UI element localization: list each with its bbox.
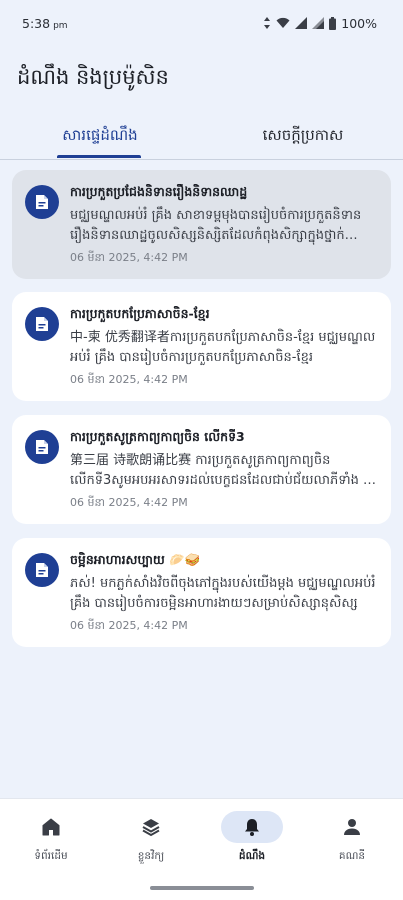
- notification-body: មជ្ឈមណ្ឌលអប់រំ គ្រឹង សាខាទម្ពមុងបានរៀបចំ…: [70, 208, 362, 243]
- data-arrows-icon: [263, 17, 271, 29]
- status-ampm: pm: [53, 20, 68, 31]
- document-icon: [25, 553, 59, 587]
- notification-date: 06 មីនា 2025, 4:42 PM: [70, 251, 188, 264]
- nav-account[interactable]: គណនី: [302, 811, 402, 871]
- wifi-icon: [276, 17, 290, 29]
- bottom-navigation: ទំព័រដើម ខ្លួនវិក្យ ដំណឹង គណនី: [0, 798, 403, 900]
- notification-title: ការប្រកួតបកប្រែភាសាចិន-ខ្មែរ: [70, 306, 210, 321]
- notification-title: ការប្រកួតសូត្រកាព្យកាព្យចិន លើកទី3: [70, 429, 245, 444]
- nav-notifications-label: ដំណឹង: [238, 850, 266, 862]
- nav-courses[interactable]: ខ្លួនវិក្យ: [101, 811, 201, 871]
- notification-title: ចម្អិនអាហារសប្បាយ 🥟🥪: [70, 552, 201, 567]
- notification-card[interactable]: ការប្រកួតប្រជែងនិទានរឿងនិទានឈាដ្ឋ មជ្ឈមណ…: [12, 170, 391, 279]
- document-icon: [25, 185, 59, 219]
- status-time: 5:38 pm: [22, 16, 68, 31]
- nav-home-label: ទំព័រដើម: [34, 850, 68, 862]
- notification-card[interactable]: ការប្រកួតបកប្រែភាសាចិន-ខ្មែរ 中-柬 优秀翻译者កា…: [12, 292, 391, 401]
- nav-account-label: គណនី: [338, 850, 366, 862]
- layers-icon: [120, 811, 182, 843]
- status-indicators: 100%: [263, 16, 377, 31]
- tab-bar: សារផ្ទេដំណឹង សេចក្តីប្រកាស: [0, 114, 403, 160]
- signal-icon-2: [312, 17, 325, 29]
- document-icon: [25, 430, 59, 464]
- home-indicator-bar[interactable]: [150, 886, 254, 890]
- battery-icon: [329, 16, 337, 30]
- nav-home[interactable]: ទំព័រដើម: [1, 811, 101, 871]
- notification-card[interactable]: ការប្រកួតសូត្រកាព្យកាព្យចិន លើកទី3 第三届 诗…: [12, 415, 391, 524]
- notification-date: 06 មីនា 2025, 4:42 PM: [70, 373, 188, 386]
- status-clock: 5:38: [22, 15, 51, 31]
- document-icon: [25, 307, 59, 341]
- person-icon: [321, 811, 383, 843]
- status-bar: 5:38 pm 100%: [0, 0, 403, 46]
- notification-body: 中-柬 优秀翻译者ការប្រកួតបកប្រែភាសាចិន-ខ្មែរ មជ…: [70, 330, 376, 365]
- signal-icon: [295, 17, 308, 29]
- notification-date: 06 មីនា 2025, 4:42 PM: [70, 619, 188, 632]
- notification-title: ការប្រកួតប្រជែងនិទានរឿងនិទានឈាដ្ឋ: [70, 184, 248, 199]
- tab-active-indicator: [57, 155, 141, 158]
- home-icon: [20, 811, 82, 843]
- tab-announcements[interactable]: សេចក្តីប្រកាស: [203, 114, 403, 159]
- notification-date: 06 មីនា 2025, 4:42 PM: [70, 496, 188, 509]
- notification-body: 第三届 诗歌朗诵比赛 ការប្រកួតសូត្រកាព្យកាព្យចិន ល…: [70, 453, 372, 488]
- nav-courses-label: ខ្លួនវិក្យ: [137, 850, 165, 862]
- tab-notifications[interactable]: សារផ្ទេដំណឹង: [0, 114, 200, 159]
- notification-card[interactable]: ចម្អិនអាហារសប្បាយ 🥟🥪 ភស់! មកភ្លក់សាំងវិច…: [12, 538, 391, 647]
- notification-body: ភស់! មកភ្លក់សាំងវិចពីចុងភៅក្នុងរបស់យើងម្…: [70, 576, 376, 611]
- page-title: ដំណឹង និងប្រម៉ូសិន: [17, 65, 169, 89]
- nav-notifications[interactable]: ដំណឹង: [202, 811, 302, 871]
- bell-icon: [221, 811, 283, 843]
- battery-percent: 100%: [341, 15, 377, 31]
